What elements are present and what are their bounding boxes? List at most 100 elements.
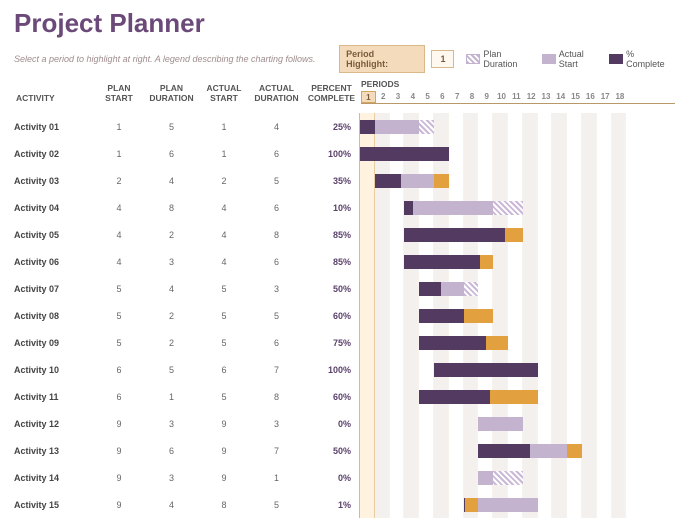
plan-start-cell[interactable]: 9 xyxy=(94,437,144,464)
activity-name[interactable]: Activity 12 xyxy=(14,410,94,437)
activity-name[interactable]: Activity 01 xyxy=(14,113,94,140)
period-number[interactable]: 3 xyxy=(391,91,406,103)
activity-name[interactable]: Activity 06 xyxy=(14,248,94,275)
plan-start-cell[interactable]: 4 xyxy=(94,221,144,248)
plan-start-cell[interactable]: 4 xyxy=(94,248,144,275)
activity-name[interactable]: Activity 07 xyxy=(14,275,94,302)
plan-duration-cell[interactable]: 2 xyxy=(144,302,199,329)
plan-start-cell[interactable]: 5 xyxy=(94,302,144,329)
actual-start-cell[interactable]: 1 xyxy=(199,113,249,140)
activity-name[interactable]: Activity 05 xyxy=(14,221,94,248)
actual-duration-cell[interactable]: 6 xyxy=(249,329,304,356)
percent-complete-cell[interactable]: 85% xyxy=(304,221,359,248)
actual-duration-cell[interactable]: 7 xyxy=(249,437,304,464)
plan-duration-cell[interactable]: 8 xyxy=(144,194,199,221)
percent-complete-cell[interactable]: 60% xyxy=(304,302,359,329)
actual-duration-cell[interactable]: 5 xyxy=(249,491,304,518)
plan-duration-cell[interactable]: 1 xyxy=(144,383,199,410)
plan-duration-cell[interactable]: 4 xyxy=(144,167,199,194)
plan-start-cell[interactable]: 1 xyxy=(94,140,144,167)
percent-complete-cell[interactable]: 25% xyxy=(304,113,359,140)
actual-start-cell[interactable]: 4 xyxy=(199,194,249,221)
actual-start-cell[interactable]: 4 xyxy=(199,221,249,248)
period-highlight-input[interactable]: 1 xyxy=(431,50,454,68)
actual-duration-cell[interactable]: 1 xyxy=(249,464,304,491)
period-number[interactable]: 1 xyxy=(361,91,376,103)
period-number[interactable]: 11 xyxy=(509,91,524,103)
actual-start-cell[interactable]: 9 xyxy=(199,410,249,437)
percent-complete-cell[interactable]: 1% xyxy=(304,491,359,518)
period-number[interactable]: 15 xyxy=(568,91,583,103)
percent-complete-cell[interactable]: 85% xyxy=(304,248,359,275)
activity-name[interactable]: Activity 11 xyxy=(14,383,94,410)
period-number[interactable]: 16 xyxy=(583,91,598,103)
plan-start-cell[interactable]: 1 xyxy=(94,113,144,140)
period-number[interactable]: 7 xyxy=(450,91,465,103)
activity-name[interactable]: Activity 03 xyxy=(14,167,94,194)
actual-start-cell[interactable]: 8 xyxy=(199,491,249,518)
plan-duration-cell[interactable]: 5 xyxy=(144,356,199,383)
percent-complete-cell[interactable]: 50% xyxy=(304,437,359,464)
period-number[interactable]: 5 xyxy=(420,91,435,103)
period-number[interactable]: 12 xyxy=(524,91,539,103)
activity-name[interactable]: Activity 04 xyxy=(14,194,94,221)
actual-duration-cell[interactable]: 3 xyxy=(249,410,304,437)
actual-duration-cell[interactable]: 6 xyxy=(249,194,304,221)
percent-complete-cell[interactable]: 35% xyxy=(304,167,359,194)
percent-complete-cell[interactable]: 0% xyxy=(304,410,359,437)
plan-duration-cell[interactable]: 3 xyxy=(144,464,199,491)
percent-complete-cell[interactable]: 50% xyxy=(304,275,359,302)
percent-complete-cell[interactable]: 100% xyxy=(304,356,359,383)
plan-duration-cell[interactable]: 6 xyxy=(144,140,199,167)
percent-complete-cell[interactable]: 100% xyxy=(304,140,359,167)
percent-complete-cell[interactable]: 0% xyxy=(304,464,359,491)
activity-name[interactable]: Activity 09 xyxy=(14,329,94,356)
plan-duration-cell[interactable]: 4 xyxy=(144,491,199,518)
actual-start-cell[interactable]: 5 xyxy=(199,329,249,356)
period-number[interactable]: 13 xyxy=(539,91,554,103)
actual-duration-cell[interactable]: 7 xyxy=(249,356,304,383)
period-number[interactable]: 8 xyxy=(465,91,480,103)
actual-duration-cell[interactable]: 5 xyxy=(249,302,304,329)
plan-start-cell[interactable]: 9 xyxy=(94,491,144,518)
period-number[interactable]: 6 xyxy=(435,91,450,103)
actual-duration-cell[interactable]: 8 xyxy=(249,221,304,248)
plan-start-cell[interactable]: 6 xyxy=(94,356,144,383)
plan-duration-cell[interactable]: 6 xyxy=(144,437,199,464)
plan-start-cell[interactable]: 6 xyxy=(94,383,144,410)
plan-duration-cell[interactable]: 2 xyxy=(144,329,199,356)
actual-start-cell[interactable]: 4 xyxy=(199,248,249,275)
plan-start-cell[interactable]: 9 xyxy=(94,410,144,437)
plan-start-cell[interactable]: 2 xyxy=(94,167,144,194)
activity-name[interactable]: Activity 02 xyxy=(14,140,94,167)
activity-name[interactable]: Activity 15 xyxy=(14,491,94,518)
plan-duration-cell[interactable]: 3 xyxy=(144,410,199,437)
actual-start-cell[interactable]: 5 xyxy=(199,275,249,302)
activity-name[interactable]: Activity 14 xyxy=(14,464,94,491)
activity-name[interactable]: Activity 13 xyxy=(14,437,94,464)
activity-name[interactable]: Activity 08 xyxy=(14,302,94,329)
percent-complete-cell[interactable]: 75% xyxy=(304,329,359,356)
plan-start-cell[interactable]: 9 xyxy=(94,464,144,491)
period-number[interactable]: 17 xyxy=(598,91,613,103)
activity-name[interactable]: Activity 10 xyxy=(14,356,94,383)
actual-start-cell[interactable]: 1 xyxy=(199,140,249,167)
actual-start-cell[interactable]: 5 xyxy=(199,302,249,329)
percent-complete-cell[interactable]: 10% xyxy=(304,194,359,221)
actual-duration-cell[interactable]: 6 xyxy=(249,140,304,167)
period-number[interactable]: 9 xyxy=(479,91,494,103)
plan-start-cell[interactable]: 5 xyxy=(94,329,144,356)
period-number[interactable]: 14 xyxy=(553,91,568,103)
actual-start-cell[interactable]: 2 xyxy=(199,167,249,194)
plan-start-cell[interactable]: 4 xyxy=(94,194,144,221)
actual-duration-cell[interactable]: 3 xyxy=(249,275,304,302)
plan-start-cell[interactable]: 5 xyxy=(94,275,144,302)
actual-start-cell[interactable]: 9 xyxy=(199,437,249,464)
plan-duration-cell[interactable]: 3 xyxy=(144,248,199,275)
plan-duration-cell[interactable]: 4 xyxy=(144,275,199,302)
actual-duration-cell[interactable]: 5 xyxy=(249,167,304,194)
period-number[interactable]: 10 xyxy=(494,91,509,103)
period-number[interactable]: 18 xyxy=(613,91,628,103)
actual-start-cell[interactable]: 9 xyxy=(199,464,249,491)
plan-duration-cell[interactable]: 5 xyxy=(144,113,199,140)
